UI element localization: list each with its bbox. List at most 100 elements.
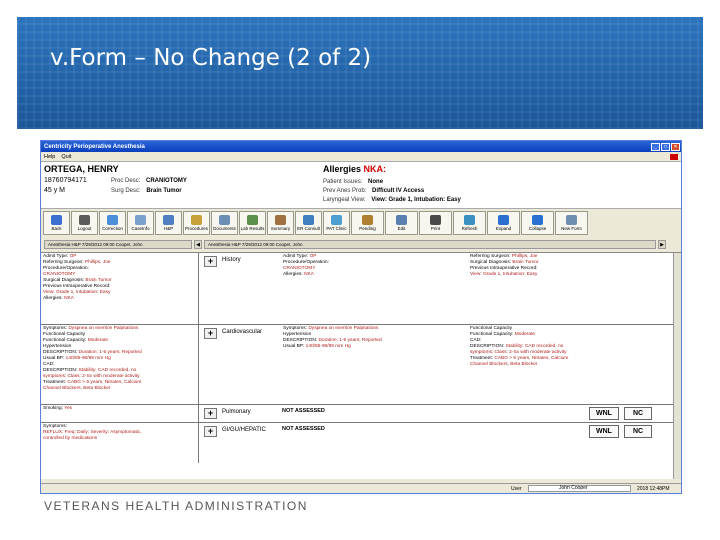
cardiovascular-previous-values: Symptoms: Dyspnea on exertion Palpitatio… <box>41 325 199 404</box>
history-current-values-mid: Admit Type: OP Procedure/Operation: CRANI… <box>281 253 431 279</box>
field-value: Stability: CAD recorded, no <box>78 368 137 373</box>
toolbar-refresh-icon <box>464 214 475 225</box>
field-key: Surgical Diagnosis: <box>43 278 86 283</box>
field-value: controlled by medications <box>43 436 98 441</box>
toolbar-edit-icon <box>396 214 407 225</box>
field-key: DESCRIPTION: <box>43 350 79 355</box>
tab-right-form[interactable]: Anesthesia H&P 7/29/2012 09:00 Cooper, J… <box>204 239 656 249</box>
field-value: NKA <box>304 272 314 277</box>
toolbar-button-back[interactable]: Back <box>43 210 70 235</box>
patient-issues-label: Patient Issues: <box>323 179 363 185</box>
toolbar-button-new-form[interactable]: New Form <box>555 210 588 235</box>
patient-issues-row: Patient Issues: None <box>323 179 383 185</box>
tab-left-form[interactable]: Anesthesia H&P 7/29/2012 09:00 Cooper, J… <box>44 239 192 249</box>
gi-expand-button[interactable]: + <box>204 426 217 437</box>
history-expand-button[interactable]: + <box>204 256 217 267</box>
vertical-scrollbar[interactable] <box>673 253 681 479</box>
field-value: Duration: 1-5 years; Reported <box>318 338 382 343</box>
toolbar-correction-icon <box>107 214 118 225</box>
field-key: Surgical Diagnosis: <box>470 260 513 265</box>
maximize-icon[interactable]: □ <box>661 142 670 151</box>
field-value: symptoms; Class: 2-Sx with moderate acti… <box>470 350 567 355</box>
field-key: Usual BP: <box>43 356 66 361</box>
pulmonary-expand-button[interactable]: + <box>204 408 217 419</box>
minimize-icon[interactable]: _ <box>651 142 660 151</box>
field-key: Hypertension <box>283 332 312 337</box>
menu-help[interactable]: Help <box>44 154 55 160</box>
cardiovascular-row: Symptoms: Dyspnea on exertion Palpitatio… <box>41 325 673 405</box>
cardiovascular-current-values-right: Functional Capacity Functional Capacity:… <box>468 325 618 369</box>
tab-right-arrow-icon[interactable]: ▶ <box>658 239 666 249</box>
menu-quit[interactable]: Quit <box>61 154 71 160</box>
toolbar-button-label: Print <box>430 225 441 231</box>
toolbar-button-documents[interactable]: Documents <box>211 210 238 235</box>
field-value: OP <box>69 254 77 259</box>
prev-anes-label: Prev Anes Prob: <box>323 188 367 194</box>
prev-anes-value: Difficult IV Access <box>372 188 425 194</box>
toolbar-button-h-p[interactable]: H&P <box>155 210 182 235</box>
toolbar-button-label: New Form <box>561 225 582 231</box>
toolbar-button-print[interactable]: Print <box>419 210 452 235</box>
field-value: Duration: 1-5 years; Reported <box>78 350 142 355</box>
pulmonary-nc-button[interactable]: NC <box>624 407 652 420</box>
patient-age-sex: 45 y M <box>44 187 66 194</box>
field-line: Usual BP: 140/85-90/89 mm Hg <box>283 344 429 350</box>
field-key: Hypertension <box>43 344 72 349</box>
gi-nc-button[interactable]: NC <box>624 425 652 438</box>
close-icon[interactable]: × <box>671 142 680 151</box>
cardiovascular-expand-button[interactable]: + <box>204 328 217 339</box>
toolbar-button-expand[interactable]: Expand <box>487 210 520 235</box>
field-key: CAD: <box>470 338 482 343</box>
field-value: Moderate <box>514 332 536 337</box>
surg-desc-value: Brain Tumor <box>146 188 182 194</box>
toolbar-button-procedures[interactable]: Procedures <box>183 210 210 235</box>
toolbar-pending-icon <box>362 214 373 225</box>
toolbar-button-logout[interactable]: Logout <box>71 210 98 235</box>
toolbar-collapse-icon <box>532 214 543 225</box>
field-key: Treatment: <box>470 356 495 361</box>
window-title: Centricity Perioperative Anesthesia <box>44 143 145 150</box>
toolbar-button-correction[interactable]: Correction <box>99 210 126 235</box>
footer-text: VETERANS HEALTH ADMINISTRATION <box>44 499 308 513</box>
patient-banner: ORTEGA, HENRY 18760794171 45 y M Proc De… <box>41 161 681 209</box>
toolbar-new-form-icon <box>566 214 577 225</box>
field-key: Smoking: <box>43 406 65 411</box>
pulmonary-wnl-button[interactable]: WNL <box>589 407 619 420</box>
allergies-label: Allergies <box>323 164 362 174</box>
toolbar-button-label: Documents <box>213 225 236 231</box>
form-tabs: Anesthesia H&P 7/29/2012 09:00 Cooper, J… <box>41 236 681 252</box>
history-row: Admit Type: OP Referring Surgeon: Phillip… <box>41 253 673 325</box>
field-line: Allergies: NKA <box>43 296 196 302</box>
field-key: Functional Capacity <box>43 332 86 337</box>
field-value: Yes <box>64 406 73 411</box>
toolbar-button-summary[interactable]: Summary <box>267 210 294 235</box>
tab-left-arrow-icon[interactable]: ◀ <box>194 239 202 249</box>
toolbar-button-pending[interactable]: Pending <box>351 210 384 235</box>
field-value: 140/85-90/89 mm Hg <box>305 344 351 349</box>
field-key: DESCRIPTION: <box>43 368 79 373</box>
toolbar-button-er-consult[interactable]: ER Consult <box>295 210 322 235</box>
field-value: Moderate <box>87 338 109 343</box>
history-previous-values: Admit Type: OP Referring Surgeon: Phillip… <box>41 253 199 324</box>
proc-desc-label: Proc Desc: <box>111 178 141 184</box>
laryngeal-row: Laryngeal View: View: Grade 1, Intubatio… <box>323 197 461 203</box>
patient-name: ORTEGA, HENRY <box>44 164 119 174</box>
history-label: History <box>222 257 241 263</box>
toolbar-button-refresh[interactable]: Refresh <box>453 210 486 235</box>
history-current-values-right: Referring Surgeon: Phillips, Joe Surgical… <box>468 253 618 279</box>
gi-wnl-button[interactable]: WNL <box>589 425 619 438</box>
toolbar-button-lab-results[interactable]: Lab Results <box>239 210 266 235</box>
toolbar-button-collapse[interactable]: Collapse <box>521 210 554 235</box>
field-key: Previous Intraoperative Record: <box>470 266 538 271</box>
field-key: Symptoms: <box>283 326 309 331</box>
toolbar-button-caseinfo[interactable]: CaseInfo <box>127 210 154 235</box>
window-titlebar: Centricity Perioperative Anesthesia _ □ … <box>41 141 681 152</box>
toolbar-button-edit[interactable]: Edit <box>385 210 418 235</box>
form-content: Admit Type: OP Referring Surgeon: Phillip… <box>41 252 681 479</box>
pulmonary-previous-values: Smoking: Yes <box>41 405 199 422</box>
proc-desc-value: CRANIOTOMY <box>146 178 187 184</box>
toolbar-button-pat-clinic[interactable]: PAT Clinic <box>323 210 350 235</box>
toolbar-button-label: Expand <box>495 225 512 231</box>
laryngeal-label: Laryngeal View: <box>323 197 366 203</box>
cardiovascular-label: Cardiovascular <box>222 329 263 335</box>
